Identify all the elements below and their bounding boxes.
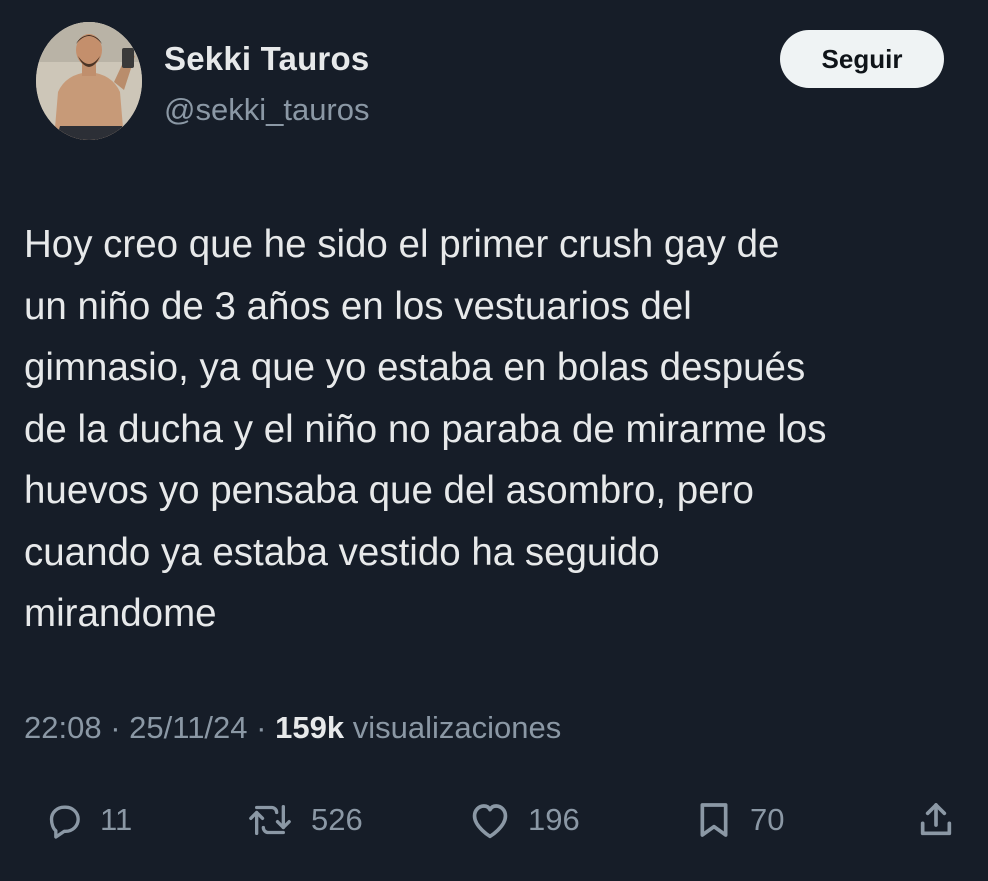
bookmark-icon [694,799,734,841]
like-button[interactable]: 196 [468,790,580,850]
repost-button[interactable]: 526 [245,790,363,850]
action-bar: 11 526 196 70 [0,790,988,850]
reply-icon [44,800,84,840]
tweet-card: Sekki Tauros @sekki_tauros Seguir Hoy cr… [0,0,988,881]
heart-icon [468,800,512,840]
avatar[interactable] [36,22,142,140]
tweet-date[interactable]: 25/11/24 [129,710,247,745]
meta-separator: · [110,710,121,745]
tweet-text: Hoy creo que he sido el primer crush gay… [24,223,827,635]
author-display-name[interactable]: Sekki Tauros [164,40,369,78]
views-count: 159k [275,710,345,745]
author-handle[interactable]: @sekki_tauros [164,92,370,128]
tweet-time[interactable]: 22:08 [24,710,102,745]
reply-count: 11 [100,802,133,837]
views-label: visualizaciones [352,710,562,745]
reply-button[interactable]: 11 [44,790,132,850]
bookmark-count: 70 [750,802,785,837]
follow-button[interactable]: Seguir [780,30,944,88]
repost-count: 526 [311,802,363,837]
bookmark-button[interactable]: 70 [694,790,784,850]
repost-icon [245,800,295,840]
share-icon [916,799,956,841]
like-count: 196 [528,802,580,837]
share-button[interactable] [916,790,956,850]
tweet-metadata: 22:08 · 25/11/24 · 159k visualizaciones [24,710,561,746]
meta-separator: · [256,710,267,745]
